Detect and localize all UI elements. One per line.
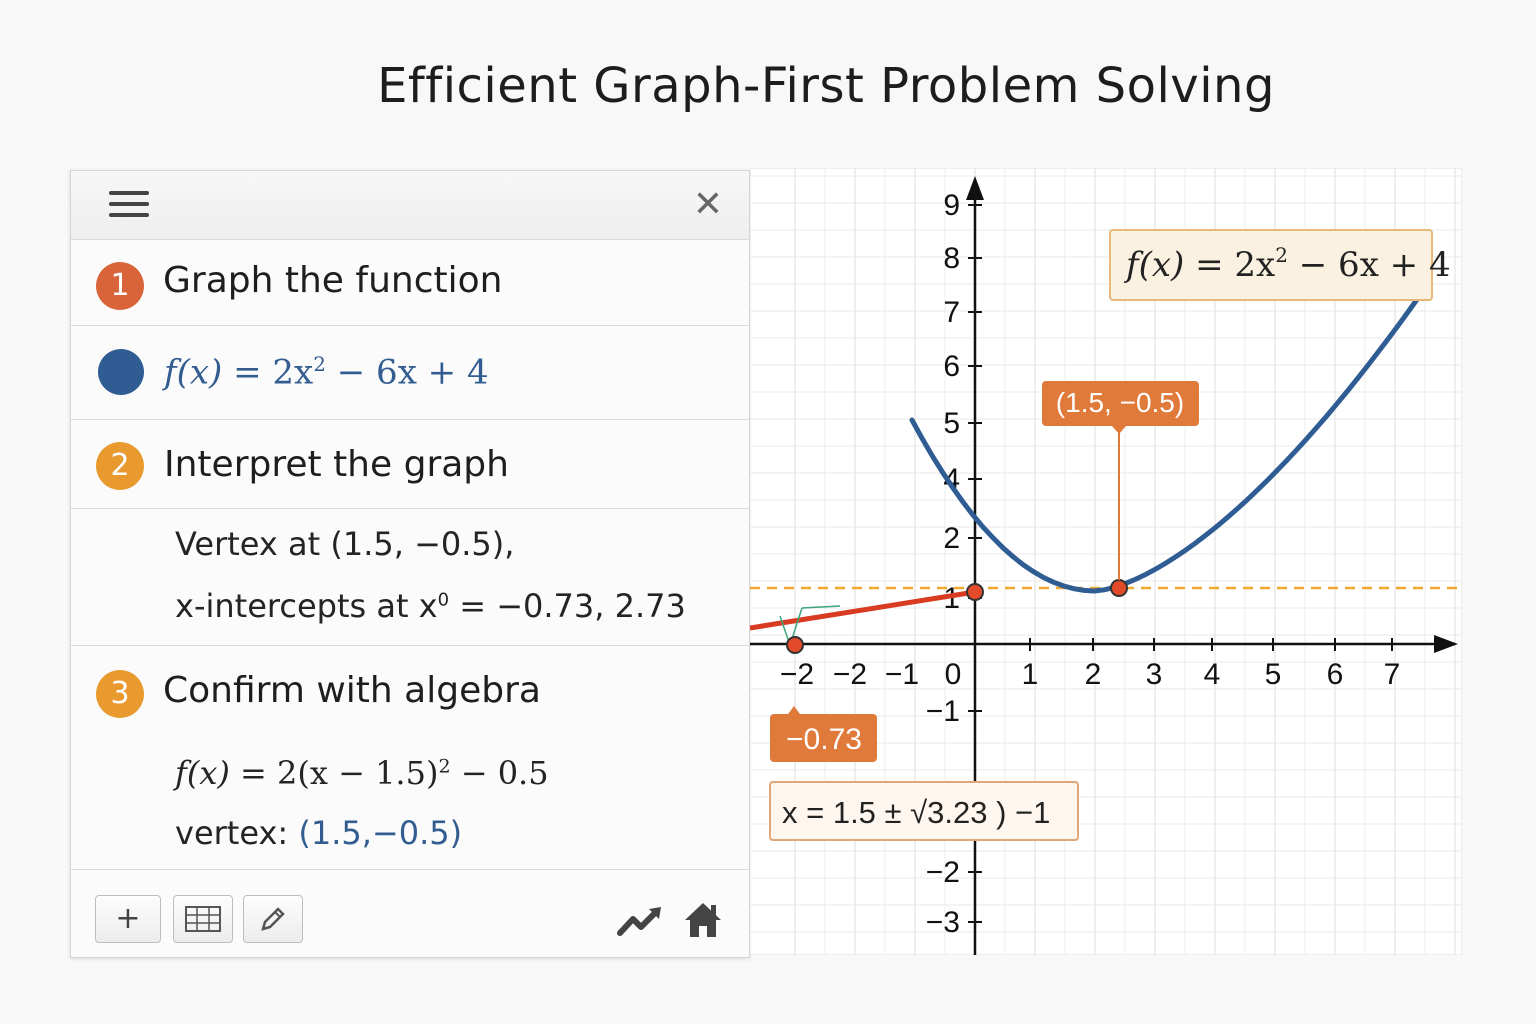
- vertex-value: (1.5,−0.5): [298, 814, 463, 852]
- close-icon[interactable]: ✕: [693, 185, 723, 225]
- step-label: Confirm with algebra: [163, 670, 541, 711]
- x-tick-label: 6: [1327, 658, 1344, 691]
- formula-fx: f(x): [1123, 245, 1184, 285]
- x-tick-label: 5: [1265, 658, 1282, 691]
- x-tick-label: 4: [1204, 658, 1221, 691]
- interpret-line-2: x-intercepts at x0 = −0.73, 2.73: [175, 587, 686, 625]
- formula-sup: 2: [1275, 243, 1288, 267]
- edit-button[interactable]: [243, 895, 303, 943]
- y-tick-label: −3: [926, 906, 960, 939]
- step-number-badge: 1: [96, 262, 144, 310]
- x-intercept-point[interactable]: [786, 636, 804, 654]
- expression-panel: ✕ 1 Graph the function f(x) = 2x2 − 6x +…: [70, 170, 750, 958]
- panel-header: ✕: [71, 171, 749, 240]
- expression-formula[interactable]: f(x) = 2x2 − 6x + 4: [164, 352, 489, 392]
- graph-canvas[interactable]: −2 −2 −1 0 1 2 3 4 5 6 798765421−1−2−3 (1.5, −0.5)…: [750, 168, 1462, 955]
- formula-rest: − 6x + 4: [1288, 245, 1451, 285]
- y-tick-label: −2: [926, 856, 960, 889]
- y-tick-label: 2: [943, 522, 960, 555]
- home-icon[interactable]: [682, 899, 724, 941]
- solution-callout-text: x = 1.5 ± √3.23 ) −1: [782, 795, 1050, 830]
- interpret-line-2-a: x-intercepts at x: [175, 587, 438, 625]
- trend-icon[interactable]: [617, 903, 663, 939]
- x-tick-label: 0: [945, 658, 962, 691]
- x-tick-label: 3: [1146, 658, 1163, 691]
- interpret-line-2-b: = −0.73, 2.73: [449, 587, 686, 625]
- step-label: Interpret the graph: [164, 444, 509, 485]
- y-tick-label: 5: [943, 407, 960, 440]
- expression-sup: 2: [313, 352, 326, 376]
- interpret-line-1: Vertex at (1.5, −0.5),: [175, 525, 515, 563]
- step-row-graph[interactable]: 1 Graph the function: [71, 240, 749, 326]
- vertex-point[interactable]: [1110, 579, 1128, 597]
- x-tick-label: −2: [833, 658, 867, 691]
- x-tick-label: −1: [885, 658, 919, 691]
- formula-eq: = 2x: [1184, 245, 1275, 285]
- step-number-badge: 2: [96, 442, 144, 490]
- vertex-line: vertex: (1.5,−0.5): [175, 814, 462, 852]
- expression-rest: − 6x + 4: [325, 352, 489, 393]
- confirm-text-row: f(x) = 2(x − 1.5)2 − 0.5 vertex: (1.5,−0…: [71, 734, 749, 870]
- vertex-callout-text: (1.5, −0.5): [1056, 387, 1184, 418]
- x-tick-label: 1: [1022, 658, 1039, 691]
- y-tick-label: 8: [943, 242, 960, 275]
- step-label: Graph the function: [163, 260, 503, 301]
- x-tick-label: 2: [1085, 658, 1102, 691]
- plus-icon: +: [115, 901, 141, 936]
- table-button[interactable]: [173, 895, 233, 943]
- x-tick-label: 7: [1384, 658, 1401, 691]
- expression-row[interactable]: f(x) = 2x2 − 6x + 4: [71, 326, 749, 420]
- x-tick-label: −2: [780, 658, 814, 691]
- step-row-interpret[interactable]: 2 Interpret the graph: [71, 420, 749, 509]
- step-number-badge: 3: [96, 670, 144, 718]
- y-intercept-point[interactable]: [966, 583, 984, 601]
- intercept-callout-text: −0.73: [786, 723, 862, 756]
- pencil-icon: [261, 907, 285, 931]
- vertex-form-equation: f(x) = 2(x − 1.5)2 − 0.5: [175, 754, 549, 792]
- graph-area[interactable]: −2 −2 −1 0 1 2 3 4 5 6 7 9 8 7 6 5 4 2 1 −1 −2 −3 (1.5, −0.5)…: [750, 168, 1462, 955]
- interpret-line-2-sup: 0: [437, 589, 450, 611]
- vertex-form-tail: − 0.5: [450, 754, 549, 792]
- table-icon: [185, 906, 221, 932]
- expression-fx: f(x): [164, 352, 223, 393]
- vertex-form-sup: 2: [438, 755, 451, 778]
- y-tick-label: 6: [943, 350, 960, 383]
- y-tick-label: −1: [926, 695, 960, 728]
- vertex-form-fx: f(x): [175, 754, 230, 792]
- interpret-text-row: Vertex at (1.5, −0.5), x-intercepts at x…: [71, 509, 749, 646]
- vertex-label: vertex:: [175, 814, 299, 852]
- y-tick-label: 7: [943, 296, 960, 329]
- y-tick-label: 9: [943, 189, 960, 222]
- page-title: Efficient Graph-First Problem Solving: [377, 58, 1275, 114]
- add-button[interactable]: +: [95, 895, 161, 943]
- vertex-form-rest: = 2(x − 1.5): [229, 754, 439, 792]
- expression-eq: = 2x: [222, 352, 314, 393]
- expression-color-dot[interactable]: [98, 349, 144, 395]
- hamburger-menu-icon[interactable]: [109, 191, 149, 219]
- step-row-confirm[interactable]: 3 Confirm with algebra: [71, 646, 749, 734]
